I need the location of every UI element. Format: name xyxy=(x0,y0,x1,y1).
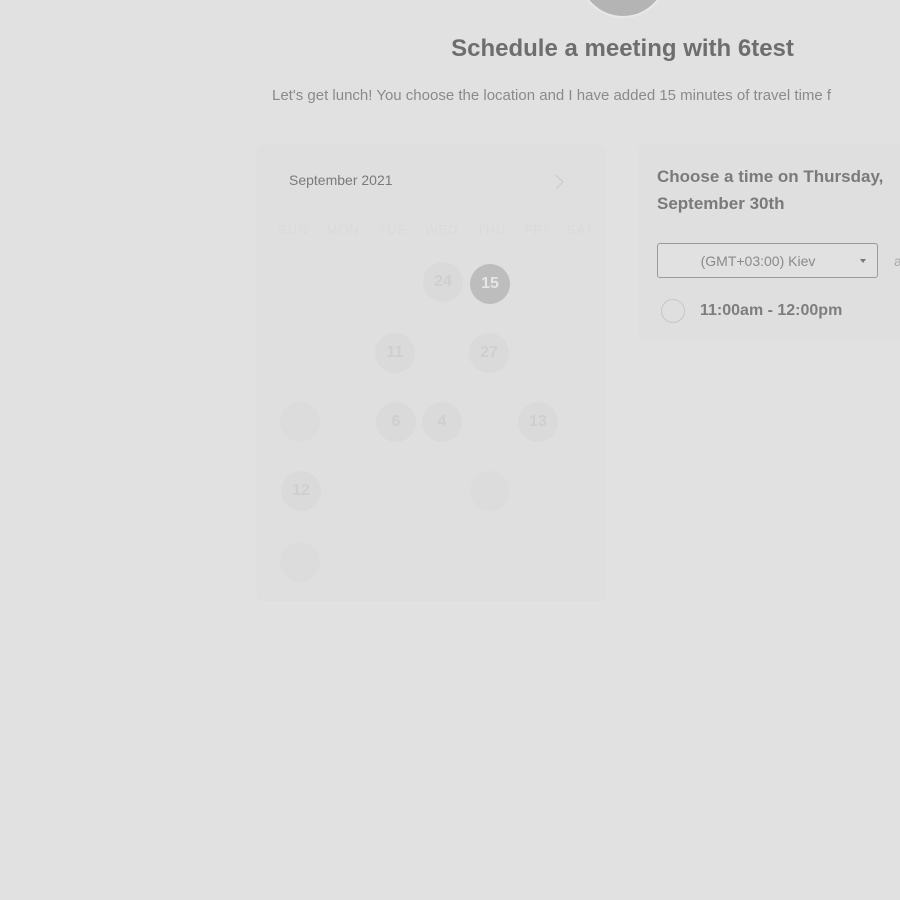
time-slot-label: 11:00am - 12:00pm xyxy=(700,302,843,319)
calendar-day[interactable]: 6 xyxy=(376,402,416,442)
next-month-chevron-right-icon[interactable] xyxy=(549,172,569,192)
month-label: September 2021 xyxy=(289,172,393,188)
time-heading: Choose a time on Thursday, September 30t… xyxy=(657,167,884,213)
weekday-label: TUE xyxy=(378,222,408,237)
weekday-label: SUN xyxy=(278,222,309,237)
page-title: Schedule a meeting with 6test xyxy=(451,35,794,62)
weekday-label: MON xyxy=(326,222,360,237)
timezone-side-text: a xyxy=(894,253,900,269)
calendar-day[interactable]: 12 xyxy=(281,471,321,511)
caret-down-icon xyxy=(860,259,866,263)
weekday-label: THU xyxy=(476,222,507,237)
weekday-label: SAT xyxy=(566,222,594,237)
timezone-value: (GMT+03:00) Kiev xyxy=(700,253,816,269)
radio-circle-icon[interactable] xyxy=(661,299,685,323)
calendar-day[interactable]: 11 xyxy=(375,333,415,373)
timezone-select[interactable]: (GMT+03:00) Kiev xyxy=(657,243,878,278)
calendar-day[interactable]: 13 xyxy=(518,402,558,442)
time-slot-option[interactable]: 11:00am - 12:00pm xyxy=(661,299,842,323)
calendar-day[interactable] xyxy=(280,402,320,442)
calendar-day[interactable] xyxy=(280,542,320,582)
calendar-day[interactable] xyxy=(470,471,510,511)
calendar-day[interactable]: 24 xyxy=(423,262,463,302)
weekday-label: FRI xyxy=(524,222,549,237)
calendar-card: September 2021 SUN MON TUE WED THU FRI S… xyxy=(258,146,604,600)
meeting-description: Let's get lunch! You choose the location… xyxy=(272,87,832,104)
scheduling-page: Schedule a meeting with 6test Let's get … xyxy=(0,0,900,900)
calendar-day[interactable]: 27 xyxy=(469,333,509,373)
weekday-label: WED xyxy=(425,222,459,237)
calendar-day-selected[interactable]: 15 xyxy=(470,264,510,304)
calendar-day[interactable]: 4 xyxy=(422,402,462,442)
host-avatar xyxy=(578,0,668,18)
weekday-header: SUN MON TUE WED THU FRI SAT xyxy=(278,222,594,237)
time-selection-card: Choose a time on Thursday, September 30t… xyxy=(639,143,900,339)
